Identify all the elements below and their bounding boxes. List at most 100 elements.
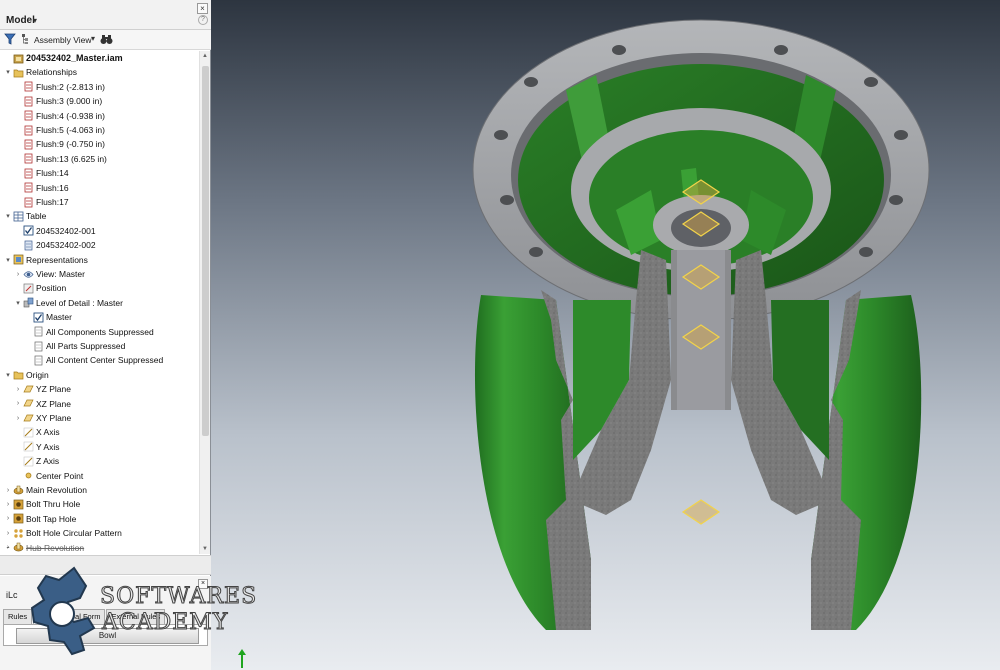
tree-node[interactable]: ▾ Relationships [4,65,77,79]
tree-scrollbar[interactable]: ▲ ▼ [199,51,210,554]
tree-node[interactable]: Flush:16 [14,181,69,195]
tree-node[interactable]: ▾ Level of Detail : Master [14,296,123,310]
tree-node-label: Master [46,312,72,323]
bolt-hole [500,195,514,205]
plane-icon [23,414,34,421]
scroll-up-icon[interactable]: ▲ [202,53,208,59]
tree-node[interactable]: Position [14,281,66,295]
tree-node[interactable]: 204532402_Master.iam [4,51,123,65]
tree-node[interactable]: Center Point [14,469,83,483]
tree-node-label: Main Revolution [26,485,87,495]
expand-toggle-icon[interactable]: › [14,271,22,278]
expand-toggle-icon[interactable]: › [4,487,12,494]
tree-node[interactable]: Flush:3 (9.000 in) [14,94,102,108]
graphics-viewport[interactable] [211,0,1000,670]
tree-node-label: Flush:13 (6.625 in) [36,153,107,164]
coordinate-axis-icon [238,649,246,668]
expand-toggle-icon[interactable]: ▾ [4,212,12,220]
tree-node[interactable]: › Bolt Thru Hole [4,497,80,511]
tree-node-label: All Content Center Suppressed [46,355,164,366]
assembly-view-icon [22,34,28,44]
tree-node[interactable]: Flush:4 (-0.938 in) [14,109,105,123]
tree-node[interactable]: All Content Center Suppressed [24,353,163,367]
tree-node[interactable]: ▾ Table [4,209,46,223]
view-rep-icon [23,270,34,278]
checkbox-icon[interactable] [33,312,44,323]
expand-toggle-icon[interactable]: › [4,530,12,537]
point-icon [25,472,32,479]
tree-node-label: Flush:17 [36,197,69,207]
checkbox-icon[interactable] [23,225,34,236]
tree-node[interactable]: › View: Master [14,267,85,281]
tree-node[interactable]: Flush:14 [14,166,69,180]
tree-node-label: Y Axis [36,441,60,452]
tree-node[interactable]: › Main Revolution [4,483,87,497]
assembly-view-label[interactable]: Assembly View [34,35,91,45]
tree-node[interactable]: Flush:13 (6.625 in) [14,152,107,166]
browser-title-dropdown-icon[interactable]: ▾ [33,16,37,25]
binoculars-icon[interactable] [100,33,113,45]
tree-node[interactable]: Flush:5 (-4.063 in) [14,123,105,137]
tree-node-label: Bolt Hole Circular Pattern [26,528,122,539]
browser-header: Model ▾ × ? [0,0,211,30]
expand-toggle-icon[interactable]: ▾ [14,299,22,307]
expand-toggle-icon[interactable]: › [14,400,22,407]
tree-node-label: Level of Detail : Master [36,297,123,308]
browser-title[interactable]: Model [6,15,35,26]
bolt-hole [864,77,878,87]
tree-node-label: YZ Plane [36,384,71,395]
constraint-icon [24,153,33,164]
constraint-icon [24,182,33,193]
tree-node[interactable]: 204532402-002 [14,238,96,252]
bolt-hole [524,77,538,87]
expand-toggle-icon[interactable]: › [14,415,22,422]
expand-toggle-icon[interactable]: ▾ [4,68,12,76]
tree-node-label: Relationships [26,67,78,78]
tree-node[interactable]: › Hub Revolution [4,541,84,554]
bolt-hole [494,130,508,140]
tree-node-label: Bolt Thru Hole [26,499,81,510]
tree-node[interactable]: Flush:17 [14,195,69,209]
expand-toggle-icon[interactable]: ▾ [4,371,12,379]
tree-node[interactable]: › XZ Plane [14,397,71,411]
expand-toggle-icon[interactable]: › [4,501,12,508]
tree-node[interactable]: All Parts Suppressed [24,339,125,353]
scroll-down-icon[interactable]: ▼ [202,546,208,552]
bolt-hole [774,45,788,55]
tree-node[interactable]: › Bolt Tap Hole [4,512,77,526]
filter-icon[interactable] [4,33,16,45]
help-icon[interactable]: ? [198,15,208,25]
tree-node[interactable]: › YZ Plane [14,382,71,396]
view-dropdown-icon[interactable]: ▾ [91,34,95,43]
hole-icon [13,513,24,524]
bowl-section-model[interactable] [211,0,1000,670]
tree-node[interactable]: All Components Suppressed [24,325,154,339]
tree-node[interactable]: Z Axis [14,454,59,468]
scroll-thumb[interactable] [202,66,209,436]
softwares-academy-logo: SOFTWARES ACADEMY [14,558,257,670]
tree-node-label: Flush:3 (9.000 in) [36,96,103,107]
bolt-hole [859,247,873,257]
tree-node-label: Flush:5 (-4.063 in) [36,125,105,135]
close-browser-button[interactable]: × [197,3,208,14]
tree-node[interactable]: 204532402-001 [14,224,96,238]
tree-node[interactable]: ▾ Origin [4,368,48,382]
tree-node-label: All Components Suppressed [46,326,154,337]
constraint-icon [24,139,33,150]
constraint-icon [24,197,33,207]
tree-node[interactable]: Master [24,310,72,324]
expand-toggle-icon[interactable]: › [14,386,22,393]
tree-node[interactable]: X Axis [14,425,60,439]
axis-icon [23,427,34,438]
tree-node[interactable]: Flush:2 (-2.813 in) [14,80,105,94]
tree-node[interactable]: ▾ Representations [4,253,88,267]
tree-node-label: Flush:9 (-0.750 in) [36,139,105,150]
expand-toggle-icon[interactable]: › [4,515,12,522]
tree-node[interactable]: › Bolt Hole Circular Pattern [4,526,122,540]
tree-node[interactable]: Y Axis [14,440,59,454]
tree-node[interactable]: Flush:9 (-0.750 in) [14,137,105,151]
expand-toggle-icon[interactable]: ▾ [4,256,12,264]
expand-toggle-icon[interactable]: › [4,544,12,551]
constraint-icon [24,110,33,121]
tree-node[interactable]: › XY Plane [14,411,71,425]
